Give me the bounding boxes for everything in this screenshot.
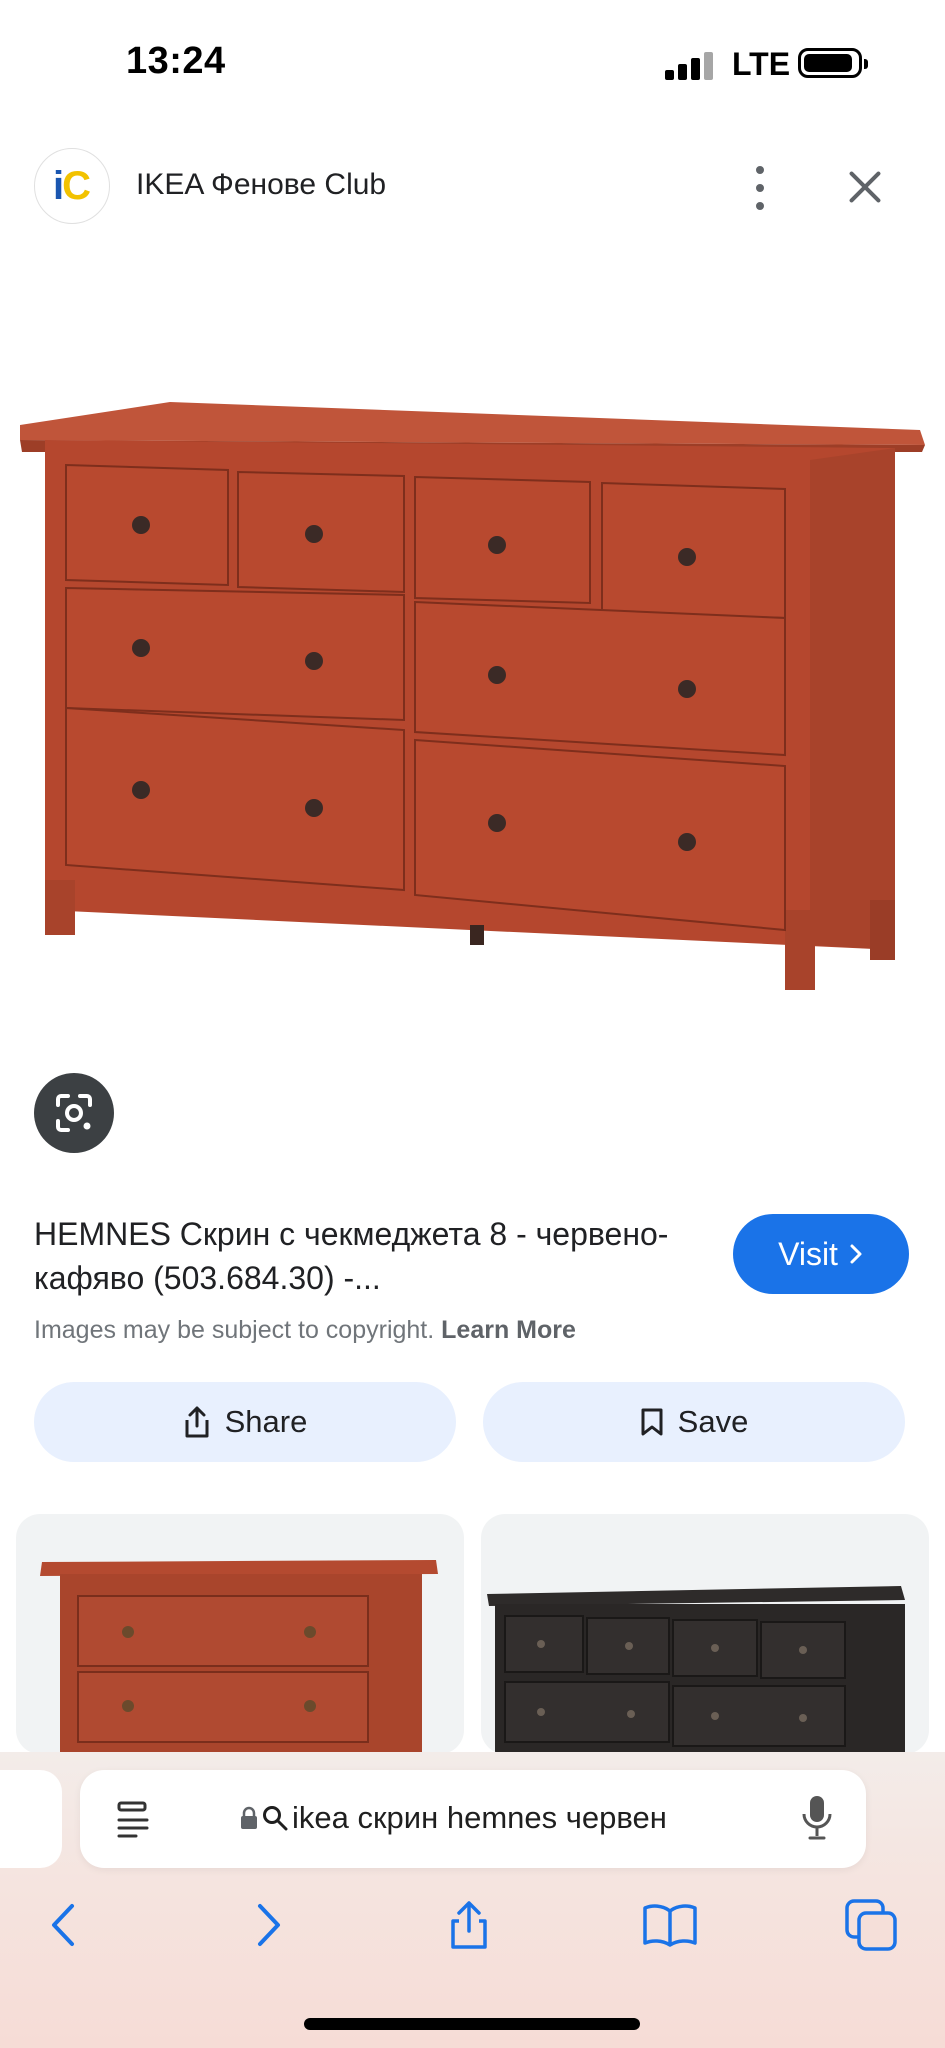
tabs-icon[interactable]	[836, 1890, 906, 1960]
share-button[interactable]: Share	[34, 1382, 456, 1462]
google-lens-icon[interactable]	[34, 1073, 114, 1153]
chevron-right-icon	[850, 1244, 862, 1264]
related-image	[487, 1586, 905, 1754]
lock-icon	[241, 1806, 257, 1829]
share-icon	[185, 1406, 209, 1438]
reader-icon[interactable]	[116, 1800, 150, 1838]
status-time: 13:24	[126, 40, 226, 82]
related-image-card[interactable]	[16, 1514, 464, 1754]
source-name[interactable]: IKEA Фенове Club	[136, 168, 386, 202]
result-title[interactable]: HEMNES Скрин с чекмеджета 8 - червено-ка…	[34, 1212, 714, 1300]
learn-more-link[interactable]: Learn More	[441, 1316, 576, 1344]
source-header: iC IKEA Фенове Club	[0, 140, 945, 232]
related-image-card[interactable]	[481, 1514, 929, 1754]
previous-tab-preview[interactable]	[0, 1770, 62, 1868]
signal-icon	[665, 50, 715, 80]
visit-label: Visit	[778, 1235, 838, 1272]
copyright-notice: Images may be subject to copyright. Lear…	[34, 1316, 576, 1344]
main-product-image[interactable]	[0, 390, 945, 1040]
home-indicator[interactable]	[304, 2018, 640, 2030]
network-label: LTE	[732, 46, 791, 82]
search-icon	[263, 1806, 288, 1831]
browser-nav-bar	[0, 1890, 945, 1960]
related-image	[40, 1560, 438, 1754]
visit-button[interactable]: Visit	[733, 1214, 909, 1294]
share-icon[interactable]	[434, 1890, 504, 1960]
bookmarks-icon[interactable]	[635, 1890, 705, 1960]
save-label: Save	[677, 1404, 749, 1439]
more-vert-icon[interactable]	[740, 160, 780, 216]
address-bar[interactable]: ikea скрин hemnes червен	[80, 1770, 866, 1868]
save-button[interactable]: Save	[483, 1382, 905, 1462]
share-label: Share	[224, 1404, 308, 1439]
mic-icon[interactable]	[802, 1794, 832, 1842]
bookmark-icon	[641, 1408, 663, 1436]
url-display[interactable]: ikea скрин hemnes червен	[240, 1800, 667, 1836]
battery-icon	[798, 48, 868, 78]
forward-icon[interactable]	[234, 1890, 304, 1960]
url-text: ikea скрин hemnes червен	[292, 1800, 667, 1835]
close-icon[interactable]	[840, 162, 890, 212]
back-icon[interactable]	[28, 1890, 98, 1960]
status-bar: 13:24 LTE	[0, 0, 945, 120]
source-logo[interactable]: iC	[34, 148, 110, 224]
